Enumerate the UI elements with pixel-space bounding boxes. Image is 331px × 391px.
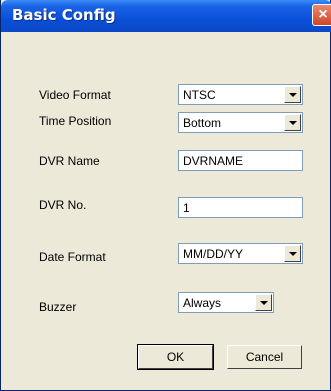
time-position-select[interactable]: Bottom	[178, 112, 303, 133]
video-format-value: NTSC	[183, 88, 216, 102]
ok-button[interactable]: OK	[137, 344, 214, 370]
basic-config-dialog: Basic Config × Video Format NTSC Time Po…	[0, 0, 331, 391]
chevron-down-icon[interactable]	[284, 114, 301, 131]
close-button[interactable]: ×	[312, 4, 331, 26]
buzzer-value: Always	[183, 296, 222, 310]
video-format-select[interactable]: NTSC	[178, 84, 303, 105]
buzzer-label: Buzzer	[39, 300, 77, 314]
dvr-no-label: DVR No.	[39, 198, 87, 212]
cancel-button[interactable]: Cancel	[227, 345, 302, 369]
time-position-value: Bottom	[183, 116, 222, 130]
chevron-down-icon[interactable]	[255, 294, 272, 311]
window-title: Basic Config	[12, 6, 116, 24]
time-position-label: Time Position	[39, 114, 112, 128]
buzzer-select[interactable]: Always	[178, 292, 274, 313]
chevron-down-icon[interactable]	[284, 245, 301, 262]
chevron-down-icon[interactable]	[284, 86, 301, 103]
date-format-select[interactable]: MM/DD/YY	[178, 243, 303, 264]
video-format-label: Video Format	[39, 88, 111, 102]
date-format-label: Date Format	[39, 250, 106, 264]
dvr-name-label: DVR Name	[39, 154, 100, 168]
dvr-no-field[interactable]	[178, 197, 303, 218]
dvr-name-field[interactable]	[178, 150, 303, 171]
close-icon: ×	[318, 6, 328, 23]
date-format-value: MM/DD/YY	[183, 247, 243, 261]
title-bar[interactable]: Basic Config ×	[1, 0, 331, 32]
